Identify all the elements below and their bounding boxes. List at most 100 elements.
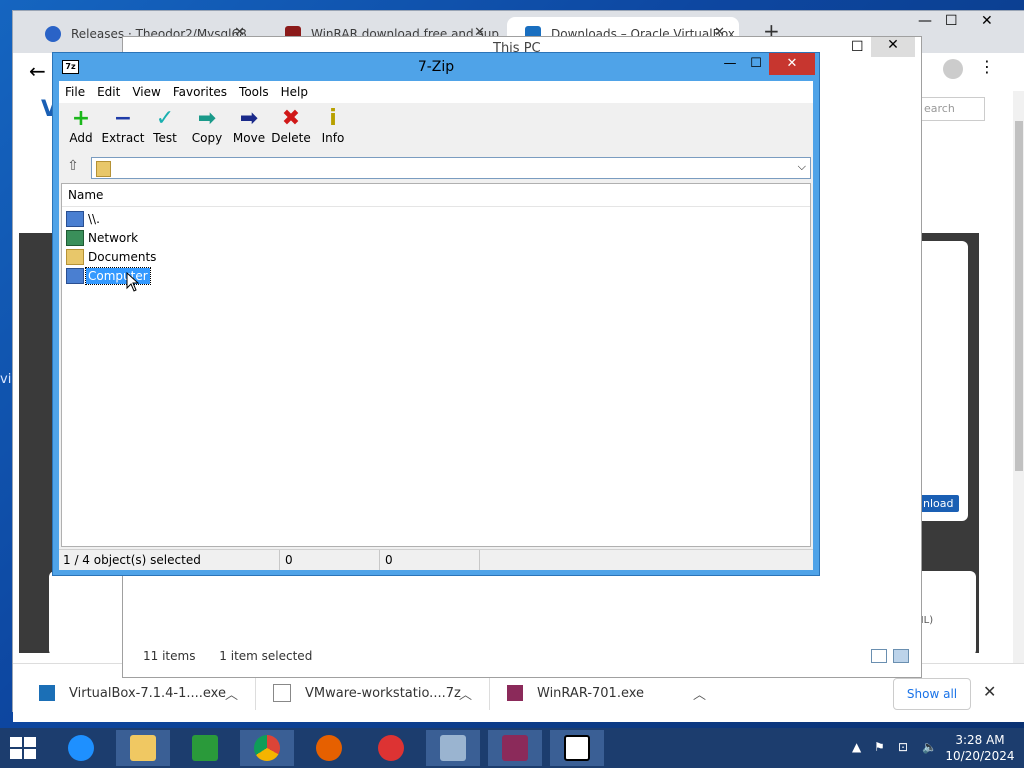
button-label: Extract bbox=[101, 131, 145, 145]
download-button[interactable]: nload bbox=[917, 495, 960, 512]
menu-edit[interactable]: Edit bbox=[91, 81, 126, 103]
winrar-icon[interactable] bbox=[488, 730, 542, 766]
divider bbox=[489, 678, 490, 710]
maximize-button[interactable]: ☐ bbox=[851, 39, 864, 55]
info-button[interactable]: i Info bbox=[311, 106, 355, 146]
file-icon bbox=[273, 684, 291, 702]
download-item[interactable]: WinRAR-701.exe ︿ bbox=[493, 676, 718, 710]
file-list: Name \\. Network Documents Computer bbox=[61, 183, 811, 547]
title-bar[interactable]: 7z 7-Zip — ☐ ✕ bbox=[53, 53, 819, 81]
x-icon: ✖ bbox=[281, 106, 301, 131]
minus-icon: − bbox=[113, 106, 133, 131]
folder-up-icon[interactable]: ⇧ bbox=[63, 158, 83, 178]
status-bar: 1 / 4 object(s) selected 0 0 bbox=[59, 549, 813, 570]
flag-icon[interactable]: ⚑ bbox=[874, 740, 885, 754]
move-button[interactable]: ➡ Move bbox=[227, 107, 271, 146]
7zip-window: 7z 7-Zip — ☐ ✕ File Edit View Favorites … bbox=[52, 52, 820, 576]
minimize-button[interactable]: — bbox=[717, 53, 743, 75]
chrome-icon[interactable] bbox=[240, 730, 294, 766]
download-name: VirtualBox-7.1.4-1....exe bbox=[69, 685, 226, 701]
test-button[interactable]: ✓ Test bbox=[143, 106, 187, 146]
scrollbar[interactable] bbox=[1013, 91, 1024, 666]
selection-count: 1 item selected bbox=[219, 649, 313, 663]
check-icon: ✓ bbox=[155, 106, 175, 131]
avatar[interactable] bbox=[943, 59, 963, 79]
store-icon[interactable] bbox=[178, 730, 232, 766]
extract-button[interactable]: − Extract bbox=[101, 106, 145, 146]
7zip-icon[interactable] bbox=[550, 730, 604, 766]
folder-icon bbox=[96, 161, 111, 177]
divider bbox=[379, 550, 380, 570]
delete-button[interactable]: ✖ Delete bbox=[269, 106, 313, 146]
close-button[interactable]: ✕ bbox=[871, 37, 915, 57]
firefox-icon[interactable] bbox=[302, 730, 356, 766]
button-label: Delete bbox=[271, 131, 311, 145]
list-item[interactable]: Documents bbox=[66, 248, 158, 266]
path-combobox[interactable]: ⌵ bbox=[91, 157, 811, 179]
wps-icon[interactable] bbox=[364, 730, 418, 766]
item-label: Computer bbox=[85, 267, 151, 285]
path-bar: ⇧ ⌵ bbox=[59, 155, 813, 181]
info-icon: i bbox=[329, 106, 337, 131]
close-button[interactable]: ✕ bbox=[769, 53, 815, 75]
network-icon bbox=[66, 230, 84, 246]
status-bar: 11 items 1 item selected bbox=[143, 649, 332, 663]
taskbar: ▲ ⚑ ⊡ 🔈 3:28 AM 10/20/2024 bbox=[0, 728, 1024, 768]
details-view-icon[interactable] bbox=[871, 649, 887, 663]
computer-icon bbox=[66, 268, 84, 284]
ie-icon[interactable] bbox=[54, 730, 108, 766]
button-label: Test bbox=[153, 131, 177, 145]
close-icon[interactable]: ✕ bbox=[983, 682, 996, 701]
virtualbox-icon bbox=[39, 685, 55, 701]
tray-chevron-icon[interactable]: ▲ bbox=[852, 740, 861, 754]
selection-status: 1 / 4 object(s) selected bbox=[63, 553, 201, 567]
close-button[interactable]: ✕ bbox=[981, 13, 993, 29]
menu-tools[interactable]: Tools bbox=[233, 81, 275, 103]
search-placeholder: earch bbox=[924, 102, 955, 115]
desktop-text: vi bbox=[0, 372, 12, 387]
chevron-up-icon[interactable]: ︿ bbox=[459, 684, 472, 703]
size-status: 0 bbox=[285, 553, 293, 567]
folder-icon bbox=[66, 249, 84, 265]
large-icons-view-icon[interactable] bbox=[893, 649, 909, 663]
chevron-up-icon[interactable]: ︿ bbox=[225, 684, 238, 703]
column-label: Name bbox=[68, 188, 104, 202]
download-name: VMware-workstatio....7z bbox=[305, 685, 461, 701]
list-item[interactable]: \\. bbox=[66, 210, 102, 228]
download-item[interactable]: VMware-workstatio....7z ︿ bbox=[259, 676, 484, 710]
maximize-button[interactable]: ☐ bbox=[945, 13, 958, 29]
network-monitor-icon[interactable] bbox=[426, 730, 480, 766]
menu-file[interactable]: File bbox=[59, 81, 91, 103]
menu-favorites[interactable]: Favorites bbox=[167, 81, 233, 103]
network-tray-icon[interactable]: ⊡ bbox=[898, 740, 908, 754]
column-header-name[interactable]: Name bbox=[62, 184, 810, 207]
mouse-cursor-icon bbox=[126, 272, 140, 292]
list-item[interactable]: Network bbox=[66, 229, 140, 247]
menu-view[interactable]: View bbox=[126, 81, 166, 103]
file-explorer-icon[interactable] bbox=[116, 730, 170, 766]
item-count: 11 items bbox=[143, 649, 196, 663]
show-all-button[interactable]: Show all bbox=[893, 678, 971, 710]
menu-icon[interactable]: ⋮ bbox=[979, 57, 995, 76]
menu-bar: File Edit View Favorites Tools Help bbox=[59, 81, 813, 103]
maximize-button[interactable]: ☐ bbox=[743, 53, 769, 75]
back-button[interactable]: ← bbox=[29, 59, 46, 83]
winrar-icon bbox=[507, 685, 523, 701]
button-label: Move bbox=[232, 131, 266, 145]
windows-start-icon[interactable] bbox=[10, 737, 36, 759]
volume-icon[interactable]: 🔈 bbox=[922, 740, 937, 754]
scrollbar-thumb[interactable] bbox=[1015, 121, 1023, 471]
download-item[interactable]: VirtualBox-7.1.4-1....exe ︿ bbox=[25, 676, 250, 710]
button-label: Info bbox=[321, 131, 345, 145]
clock[interactable]: 3:28 AM 10/20/2024 bbox=[940, 732, 1020, 764]
chevron-up-icon[interactable]: ︿ bbox=[693, 684, 706, 703]
chevron-down-icon[interactable]: ⌵ bbox=[798, 160, 806, 174]
button-label: Copy bbox=[191, 131, 223, 145]
item-label: Documents bbox=[88, 250, 157, 264]
menu-help[interactable]: Help bbox=[275, 81, 314, 103]
divider bbox=[255, 678, 256, 710]
add-button[interactable]: + Add bbox=[59, 106, 103, 146]
plus-icon: + bbox=[71, 106, 91, 131]
minimize-button[interactable]: — bbox=[918, 13, 932, 29]
copy-button[interactable]: ➡ Copy bbox=[185, 107, 229, 146]
